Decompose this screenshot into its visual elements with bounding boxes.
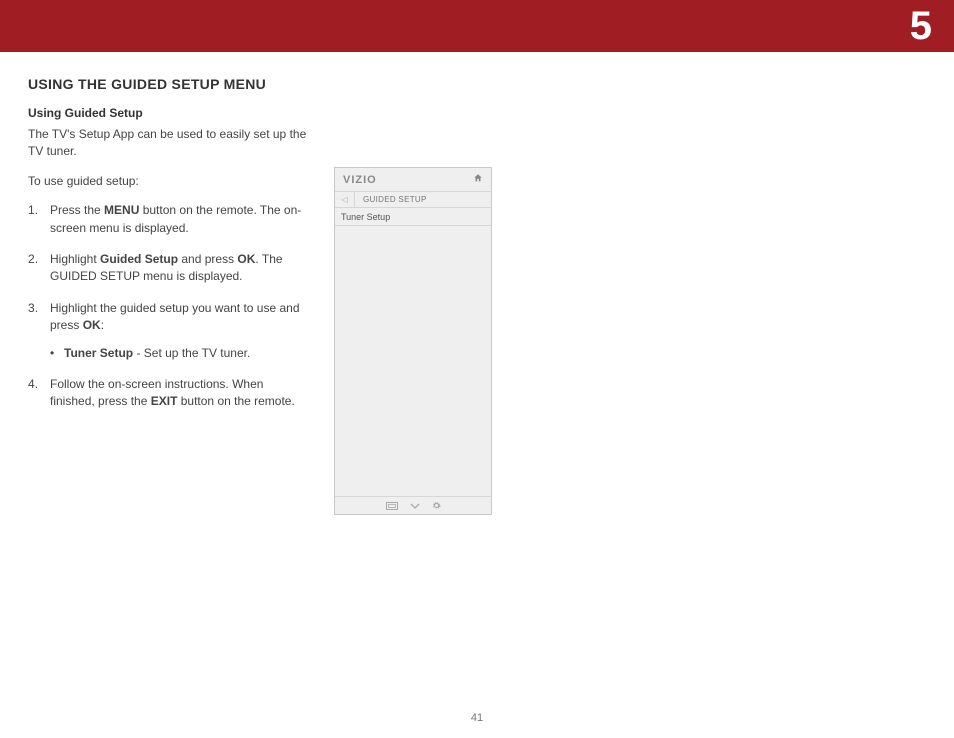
gear-icon xyxy=(432,501,441,510)
step-1-text-a: Press the xyxy=(50,203,104,217)
breadcrumb-label: GUIDED SETUP xyxy=(355,195,427,204)
step-3-text-c: : xyxy=(101,318,104,332)
to-use-text: To use guided setup: xyxy=(28,173,308,190)
vizio-logo: VIZIO xyxy=(343,174,377,186)
tv-footer-icons xyxy=(335,496,491,514)
menu-item-tuner-setup: Tuner Setup xyxy=(335,208,491,226)
chevron-down-icon xyxy=(410,503,420,509)
step-3-bold-b: OK xyxy=(83,318,101,332)
page-number: 41 xyxy=(0,712,954,724)
step-3: Highlight the guided setup you want to u… xyxy=(28,300,308,362)
tv-breadcrumb: ◁ GUIDED SETUP xyxy=(335,192,491,208)
steps-list: Press the MENU button on the remote. The… xyxy=(28,202,308,411)
home-icon xyxy=(473,173,483,186)
instructions-column: Using Guided Setup The TV's Setup App ca… xyxy=(28,106,308,425)
step-2-text-a: Highlight xyxy=(50,252,100,266)
back-arrow-icon: ◁ xyxy=(335,192,355,207)
section-title: USING THE GUIDED SETUP MENU xyxy=(28,76,926,92)
step-1: Press the MENU button on the remote. The… xyxy=(28,202,308,237)
step-2-bold-b: Guided Setup xyxy=(100,252,178,266)
step-1-bold: MENU xyxy=(104,203,139,217)
bullet-tuner-setup: Tuner Setup - Set up the TV tuner. xyxy=(50,345,308,362)
intro-text: The TV's Setup App can be used to easily… xyxy=(28,126,308,161)
step-2: Highlight Guided Setup and press OK. The… xyxy=(28,251,308,286)
subheading: Using Guided Setup xyxy=(28,106,308,120)
chapter-header-band: 5 xyxy=(0,0,954,52)
page-content: USING THE GUIDED SETUP MENU Using Guided… xyxy=(0,52,954,92)
tv-header: VIZIO xyxy=(335,168,491,192)
step-4-text-c: button on the remote. xyxy=(177,394,294,408)
wide-icon xyxy=(386,502,398,510)
bullet-bold: Tuner Setup xyxy=(64,346,133,360)
chapter-number: 5 xyxy=(910,4,932,49)
step-2-text-c: and press xyxy=(178,252,237,266)
step-4: Follow the on-screen instructions. When … xyxy=(28,376,308,411)
tv-menu-screenshot: VIZIO ◁ GUIDED SETUP Tuner Setup xyxy=(334,167,492,515)
step-4-bold-b: EXIT xyxy=(151,394,178,408)
step-2-bold-d: OK xyxy=(237,252,255,266)
step-3-bullets: Tuner Setup - Set up the TV tuner. xyxy=(50,345,308,362)
bullet-text: - Set up the TV tuner. xyxy=(133,346,250,360)
